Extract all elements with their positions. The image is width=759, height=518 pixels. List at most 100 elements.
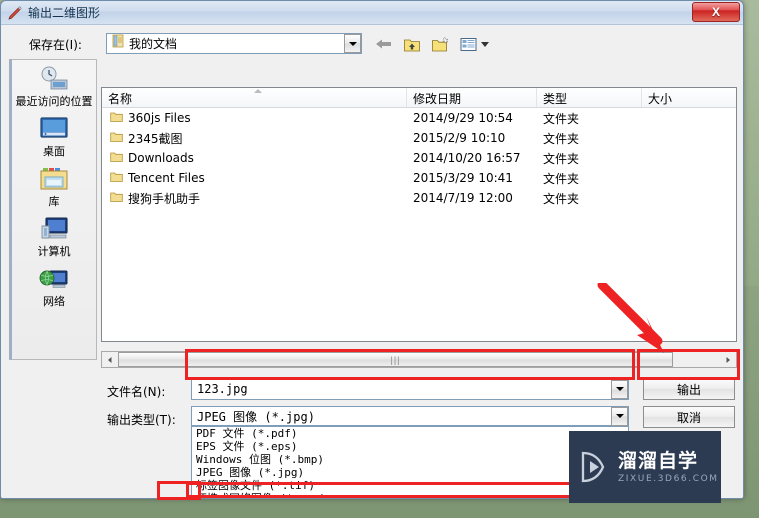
file-type-cell: 文件夹 xyxy=(543,151,580,166)
views-chevron-down-icon xyxy=(481,41,489,47)
place-item-desktop[interactable]: 桌面 xyxy=(12,110,96,160)
window-title: 输出二维图形 xyxy=(28,6,101,20)
file-name-text: 搜狗手机助手 xyxy=(128,191,201,206)
table-row[interactable]: Downloads 2014/10/20 16:57 文件夹 xyxy=(102,148,736,168)
file-name-cell: 360js Files xyxy=(102,111,407,126)
place-item-recent[interactable]: 最近访问的位置 xyxy=(12,60,96,110)
dropdown-option[interactable]: EPS 文件 (*.eps) xyxy=(192,440,628,453)
table-row[interactable]: 2345截图 2015/2/9 10:10 文件夹 xyxy=(102,128,736,148)
close-button[interactable]: X xyxy=(692,2,740,22)
file-type-label: 输出类型(T): xyxy=(107,413,176,427)
file-name-text: 2345截图 xyxy=(128,131,183,146)
file-type-cell: 文件夹 xyxy=(543,111,580,126)
dropdown-option[interactable]: Windows 位图 (*.bmp) xyxy=(192,453,628,466)
watermark: 溜溜自学 ZIXUE.3D66.COM xyxy=(569,431,721,503)
place-item-label: 计算机 xyxy=(37,245,71,258)
save-dialog-window: 输出二维图形 X 保存在(I): 我的文档 最近访问的位置 桌面 库 计算机 网… xyxy=(0,0,744,499)
dropdown-option[interactable]: PDF 文件 (*.pdf) xyxy=(192,427,628,440)
table-row[interactable]: 360js Files 2014/9/29 10:54 文件夹 xyxy=(102,108,736,128)
output-button-label: 输出 xyxy=(676,382,701,397)
output-button[interactable]: 输出 xyxy=(643,378,735,400)
column-header-name[interactable]: 名称 xyxy=(102,88,407,107)
new-folder-icon[interactable] xyxy=(429,33,451,55)
column-header-date[interactable]: 修改日期 xyxy=(407,88,537,107)
recent-places-icon xyxy=(37,64,71,94)
place-item-network[interactable]: 网络 xyxy=(12,260,96,310)
file-name-text: 360js Files xyxy=(128,111,191,125)
look-in-row: 保存在(I): 我的文档 xyxy=(1,31,743,59)
views-button[interactable] xyxy=(457,33,489,55)
cancel-button-label: 取消 xyxy=(676,410,701,425)
place-item-label: 桌面 xyxy=(43,145,65,158)
file-name-input[interactable]: 123.jpg xyxy=(191,378,629,400)
scrollbar-track[interactable]: ||| xyxy=(118,352,720,367)
scroll-left-icon[interactable] xyxy=(102,352,118,367)
file-name-dropdown-arrow-icon[interactable] xyxy=(611,379,628,399)
watermark-text: 溜溜自学 ZIXUE.3D66.COM xyxy=(618,450,719,484)
watermark-title: 溜溜自学 xyxy=(618,450,699,472)
dropdown-option[interactable]: 便携式网络图像 (*.png) xyxy=(192,492,628,498)
file-name-text: Downloads xyxy=(128,151,194,165)
place-item-label: 最近访问的位置 xyxy=(15,95,93,108)
file-type-cell: 文件夹 xyxy=(543,131,580,146)
watermark-subtitle: ZIXUE.3D66.COM xyxy=(618,474,719,484)
views-icon xyxy=(457,33,479,55)
play-logo-icon xyxy=(577,450,611,484)
close-icon: X xyxy=(711,5,720,19)
table-row[interactable]: Tencent Files 2015/3/29 10:41 文件夹 xyxy=(102,168,736,188)
column-header-type[interactable]: 类型 xyxy=(537,88,642,107)
file-date-cell: 2015/2/9 10:10 xyxy=(413,131,506,145)
places-bar: 最近访问的位置 桌面 库 计算机 网络 xyxy=(9,59,97,360)
file-type-combo[interactable]: JPEG 图像 (*.jpg) xyxy=(191,406,629,426)
look-in-value: 我的文档 xyxy=(129,37,178,51)
file-date-cell: 2014/9/29 10:54 xyxy=(413,111,513,125)
folder-icon xyxy=(110,111,123,126)
app-pencil-icon xyxy=(7,5,23,21)
dropdown-option[interactable]: 标签图像文件 (*.tif) xyxy=(192,479,628,492)
file-name-cell: Tencent Files xyxy=(102,171,407,186)
file-list-header: 名称 修改日期 类型 大小 xyxy=(102,88,736,108)
computer-icon xyxy=(37,214,71,244)
file-date-cell: 2014/7/19 12:00 xyxy=(413,191,513,205)
file-name-value: 123.jpg xyxy=(197,382,248,396)
look-in-combo[interactable]: 我的文档 xyxy=(106,33,362,54)
cancel-button[interactable]: 取消 xyxy=(643,406,735,428)
folder-icon xyxy=(110,151,123,166)
horizontal-scrollbar[interactable]: ||| xyxy=(101,351,737,368)
dropdown-option[interactable]: JPEG 图像 (*.jpg) xyxy=(192,466,628,479)
table-row[interactable]: 搜狗手机助手 2014/7/19 12:00 文件夹 xyxy=(102,188,736,208)
dialog-body: 保存在(I): 我的文档 最近访问的位置 桌面 库 计算机 网络 名称 修改日期… xyxy=(1,25,743,498)
scroll-right-icon[interactable] xyxy=(720,352,736,367)
file-name-cell: 2345截图 xyxy=(102,130,407,147)
my-documents-icon xyxy=(111,34,125,53)
network-icon xyxy=(37,264,71,294)
back-arrow-icon[interactable] xyxy=(373,33,395,55)
desktop-icon xyxy=(37,114,71,144)
file-name-cell: Downloads xyxy=(102,151,407,166)
file-type-dropdown-arrow-icon[interactable] xyxy=(611,406,628,426)
scrollbar-thumb[interactable]: ||| xyxy=(118,352,673,367)
file-name-text: Tencent Files xyxy=(128,171,205,185)
file-name-label: 文件名(N): xyxy=(107,385,166,399)
look-in-label: 保存在(I): xyxy=(29,38,82,52)
file-date-cell: 2014/10/20 16:57 xyxy=(413,151,521,165)
file-list-rows: 360js Files 2014/9/29 10:54 文件夹 2345截图 2… xyxy=(102,108,736,208)
folder-icon xyxy=(110,131,123,146)
file-type-cell: 文件夹 xyxy=(543,191,580,206)
place-item-label: 库 xyxy=(48,195,60,208)
folder-icon xyxy=(110,191,123,206)
title-bar: 输出二维图形 X xyxy=(1,1,743,25)
file-type-value: JPEG 图像 (*.jpg) xyxy=(197,409,315,424)
libraries-icon xyxy=(37,164,71,194)
file-list[interactable]: 名称 修改日期 类型 大小 360js Files 2014/9/29 10:5… xyxy=(101,87,737,342)
navigation-toolbar xyxy=(373,32,489,56)
place-item-libraries[interactable]: 库 xyxy=(12,160,96,210)
column-header-size[interactable]: 大小 xyxy=(642,88,736,107)
place-item-computer[interactable]: 计算机 xyxy=(12,210,96,260)
up-folder-icon[interactable] xyxy=(401,33,423,55)
look-in-dropdown-arrow-icon[interactable] xyxy=(344,34,361,53)
file-type-cell: 文件夹 xyxy=(543,171,580,186)
scrollbar-grip: ||| xyxy=(390,354,401,365)
file-date-cell: 2015/3/29 10:41 xyxy=(413,171,513,185)
file-type-dropdown-list[interactable]: PDF 文件 (*.pdf) EPS 文件 (*.eps) Windows 位图… xyxy=(191,426,629,498)
